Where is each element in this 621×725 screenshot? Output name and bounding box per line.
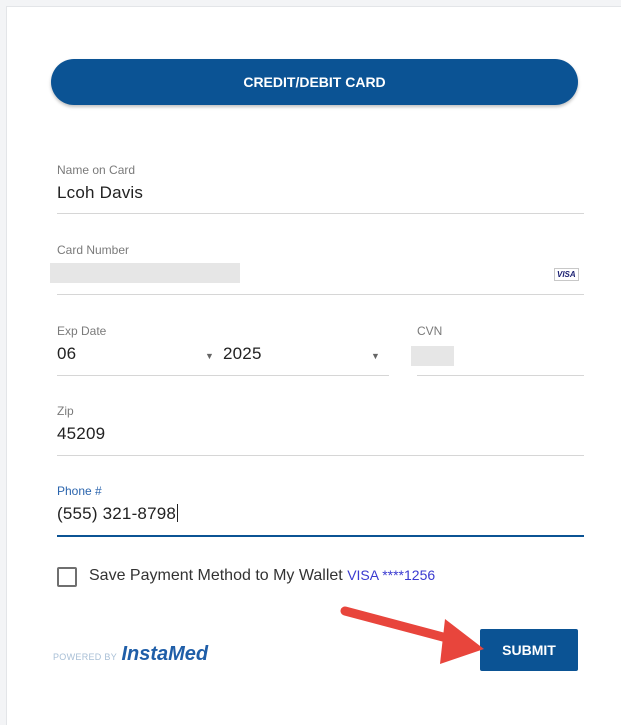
name-on-card-value: Lcoh Davis <box>57 183 144 202</box>
submit-button-label: SUBMIT <box>502 642 556 658</box>
exp-year-chevron-down-icon[interactable]: ▼ <box>371 351 380 361</box>
name-on-card-underline <box>57 213 584 214</box>
exp-date-underline <box>57 375 389 376</box>
phone-value: (555) 321-8798 <box>57 504 179 524</box>
cvn-field[interactable]: CVN <box>411 324 584 376</box>
cvn-underline <box>417 375 584 376</box>
zip-field[interactable]: Zip 45209 <box>57 404 584 456</box>
cvn-masked-value <box>411 346 454 366</box>
powered-by-text: POWERED BY <box>53 652 118 662</box>
wallet-card-link[interactable]: VISA ****1256 <box>347 567 435 583</box>
visa-brand-icon: VISA <box>554 268 579 281</box>
cvn-label: CVN <box>417 324 443 338</box>
exp-month-value[interactable]: 06 <box>57 344 76 364</box>
exp-year-value[interactable]: 2025 <box>223 344 262 364</box>
save-to-wallet-checkbox[interactable] <box>57 567 77 587</box>
phone-underline-active <box>57 535 584 537</box>
exp-date-label: Exp Date <box>57 324 107 338</box>
save-to-wallet-text: Save Payment Method to My Wallet <box>89 567 343 584</box>
credit-debit-card-tab[interactable]: CREDIT/DEBIT CARD <box>51 59 578 105</box>
name-on-card-field[interactable]: Name on Card Lcoh Davis <box>57 163 584 214</box>
text-cursor <box>177 504 179 522</box>
zip-value: 45209 <box>57 424 106 443</box>
card-number-label: Card Number <box>57 243 130 257</box>
zip-underline <box>57 455 584 456</box>
zip-label: Zip <box>57 404 74 418</box>
powered-by-instamed-logo: POWERED BY InstaMed <box>53 643 208 666</box>
exp-month-chevron-down-icon[interactable]: ▼ <box>205 351 214 361</box>
card-number-field[interactable]: Card Number VISA <box>50 243 584 295</box>
phone-label: Phone # <box>57 484 102 498</box>
card-number-masked-value <box>50 263 240 283</box>
credit-debit-card-tab-label: CREDIT/DEBIT CARD <box>243 74 386 90</box>
name-on-card-label: Name on Card <box>57 163 136 177</box>
exp-date-field: Exp Date 06 ▼ 2025 ▼ <box>57 324 389 376</box>
card-number-underline <box>57 294 584 295</box>
phone-field[interactable]: Phone # (555) 321-8798 <box>57 484 584 537</box>
submit-button[interactable]: SUBMIT <box>480 629 578 671</box>
save-to-wallet-label[interactable]: Save Payment Method to My Wallet VISA **… <box>89 567 435 585</box>
phone-value-text: (555) 321-8798 <box>57 504 177 523</box>
instamed-brand-text: InstaMed <box>121 643 209 665</box>
